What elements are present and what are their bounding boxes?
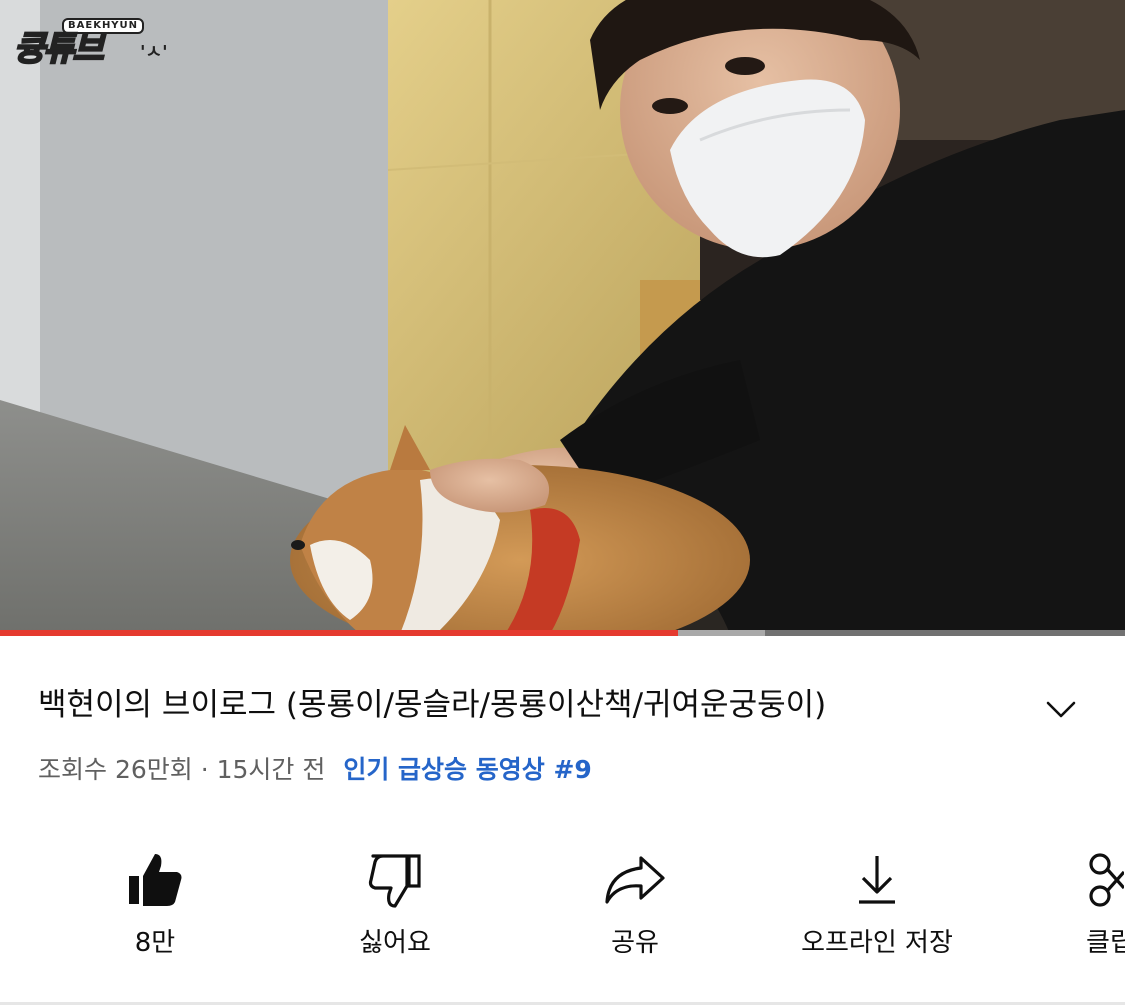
- thumbs-down-icon: [368, 854, 421, 908]
- share-icon: [605, 856, 665, 904]
- view-count: 조회수 26만회: [38, 755, 193, 784]
- trending-badge[interactable]: 인기 급상승 동영상 #9: [343, 755, 591, 784]
- scissors-icon: [1089, 853, 1124, 907]
- dislike-label: 싫어요: [359, 928, 431, 958]
- channel-watermark: BAEKHYUN 큥튜브 'ㅅ': [13, 16, 168, 69]
- download-label: 오프라인 저장: [801, 928, 953, 958]
- download-button[interactable]: 오프라인 저장: [782, 842, 972, 972]
- thumbs-up-filled-icon: [129, 854, 182, 906]
- upload-time: 15시간 전: [216, 755, 326, 784]
- chevron-down-icon: [1046, 701, 1076, 718]
- share-button[interactable]: 공유: [540, 842, 730, 972]
- download-icon: [859, 856, 895, 904]
- share-label: 공유: [611, 928, 659, 958]
- meta-separator: ·: [200, 755, 209, 784]
- dislike-button[interactable]: 싫어요: [300, 842, 490, 972]
- watermark-tag-text: 'ㅅ': [140, 42, 168, 63]
- video-meta: 조회수 26만회 · 15시간 전 인기 급상승 동영상 #9: [38, 752, 592, 788]
- action-bar: 8만 싫어요 공유 오프라인 저장 클립: [0, 842, 1125, 972]
- video-frame: [0, 0, 1125, 634]
- like-count: 8만: [134, 928, 176, 958]
- video-title[interactable]: 백현이의 브이로그 (몽룡이/몽슬라/몽룡이산책/귀여운궁둥이): [38, 684, 998, 726]
- like-button[interactable]: 8만: [60, 842, 250, 972]
- watermark-logo-text: 큥튜브: [13, 29, 105, 69]
- clip-button[interactable]: 클립: [1060, 842, 1125, 972]
- clip-label: 클립: [1086, 928, 1125, 958]
- expand-description-button[interactable]: [1042, 696, 1080, 722]
- video-details: 백현이의 브이로그 (몽룡이/몽슬라/몽룡이산책/귀여운궁둥이) 조회수 26만…: [0, 636, 1125, 1005]
- video-player[interactable]: BAEKHYUN 큥튜브 'ㅅ': [0, 0, 1125, 634]
